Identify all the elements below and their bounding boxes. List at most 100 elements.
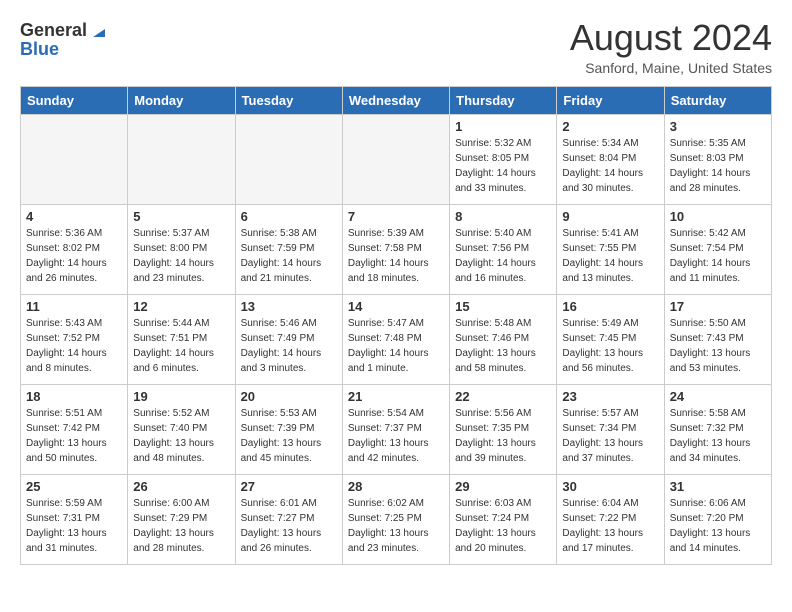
calendar-week-row: 4 Sunrise: 5:36 AM Sunset: 8:02 PM Daylig… bbox=[21, 205, 772, 295]
calendar-day-cell: 19 Sunrise: 5:52 AM Sunset: 7:40 PM Dayli… bbox=[128, 385, 235, 475]
day-number: 8 bbox=[455, 209, 551, 224]
calendar-day-cell: 8 Sunrise: 5:40 AM Sunset: 7:56 PM Daylig… bbox=[450, 205, 557, 295]
calendar-day-cell: 17 Sunrise: 5:50 AM Sunset: 7:43 PM Dayli… bbox=[664, 295, 771, 385]
calendar-day-cell: 14 Sunrise: 5:47 AM Sunset: 7:48 PM Dayli… bbox=[342, 295, 449, 385]
calendar-day-cell: 23 Sunrise: 5:57 AM Sunset: 7:34 PM Dayli… bbox=[557, 385, 664, 475]
day-info: Sunrise: 5:34 AM Sunset: 8:04 PM Dayligh… bbox=[562, 136, 658, 196]
day-number: 29 bbox=[455, 479, 551, 494]
logo: General Blue bbox=[20, 20, 105, 60]
calendar-day-cell bbox=[128, 115, 235, 205]
day-number: 26 bbox=[133, 479, 229, 494]
day-info: Sunrise: 5:47 AM Sunset: 7:48 PM Dayligh… bbox=[348, 316, 444, 376]
day-info: Sunrise: 5:39 AM Sunset: 7:58 PM Dayligh… bbox=[348, 226, 444, 286]
calendar-day-cell: 3Sunrise: 5:35 AM Sunset: 8:03 PM Daylig… bbox=[664, 115, 771, 205]
calendar-day-cell: 1 Sunrise: 5:32 AM Sunset: 8:05 PM Daylig… bbox=[450, 115, 557, 205]
calendar-day-cell: 31 Sunrise: 6:06 AM Sunset: 7:20 PM Dayli… bbox=[664, 475, 771, 565]
day-info: Sunrise: 6:04 AM Sunset: 7:22 PM Dayligh… bbox=[562, 496, 658, 556]
day-info: Sunrise: 5:58 AM Sunset: 7:32 PM Dayligh… bbox=[670, 406, 766, 466]
day-info: Sunrise: 5:51 AM Sunset: 7:42 PM Dayligh… bbox=[26, 406, 122, 466]
day-number: 13 bbox=[241, 299, 337, 314]
day-info: Sunrise: 5:59 AM Sunset: 7:31 PM Dayligh… bbox=[26, 496, 122, 556]
logo-blue-text: Blue bbox=[20, 39, 59, 60]
day-info: Sunrise: 5:50 AM Sunset: 7:43 PM Dayligh… bbox=[670, 316, 766, 376]
day-info: Sunrise: 5:37 AM Sunset: 8:00 PM Dayligh… bbox=[133, 226, 229, 286]
calendar-day-cell: 13 Sunrise: 5:46 AM Sunset: 7:49 PM Dayli… bbox=[235, 295, 342, 385]
calendar-week-row: 1 Sunrise: 5:32 AM Sunset: 8:05 PM Daylig… bbox=[21, 115, 772, 205]
day-info: Sunrise: 5:43 AM Sunset: 7:52 PM Dayligh… bbox=[26, 316, 122, 376]
day-header-monday: Monday bbox=[128, 87, 235, 115]
calendar-day-cell: 29Sunrise: 6:03 AM Sunset: 7:24 PM Dayli… bbox=[450, 475, 557, 565]
day-number: 22 bbox=[455, 389, 551, 404]
day-info: Sunrise: 5:44 AM Sunset: 7:51 PM Dayligh… bbox=[133, 316, 229, 376]
day-info: Sunrise: 5:41 AM Sunset: 7:55 PM Dayligh… bbox=[562, 226, 658, 286]
title-area: August 2024 Sanford, Maine, United State… bbox=[570, 20, 772, 76]
day-info: Sunrise: 5:48 AM Sunset: 7:46 PM Dayligh… bbox=[455, 316, 551, 376]
day-number: 7 bbox=[348, 209, 444, 224]
day-number: 21 bbox=[348, 389, 444, 404]
day-number: 28 bbox=[348, 479, 444, 494]
calendar-day-cell: 5 Sunrise: 5:37 AM Sunset: 8:00 PM Daylig… bbox=[128, 205, 235, 295]
calendar-day-cell: 22 Sunrise: 5:56 AM Sunset: 7:35 PM Dayli… bbox=[450, 385, 557, 475]
calendar-week-row: 18 Sunrise: 5:51 AM Sunset: 7:42 PM Dayli… bbox=[21, 385, 772, 475]
day-info: Sunrise: 5:54 AM Sunset: 7:37 PM Dayligh… bbox=[348, 406, 444, 466]
day-number: 2 bbox=[562, 119, 658, 134]
day-info: Sunrise: 6:01 AM Sunset: 7:27 PM Dayligh… bbox=[241, 496, 337, 556]
day-number: 16 bbox=[562, 299, 658, 314]
month-title: August 2024 bbox=[570, 20, 772, 56]
day-number: 20 bbox=[241, 389, 337, 404]
day-number: 6 bbox=[241, 209, 337, 224]
calendar-day-cell: 27Sunrise: 6:01 AM Sunset: 7:27 PM Dayli… bbox=[235, 475, 342, 565]
day-number: 19 bbox=[133, 389, 229, 404]
day-info: Sunrise: 5:32 AM Sunset: 8:05 PM Dayligh… bbox=[455, 136, 551, 196]
calendar-day-cell: 15 Sunrise: 5:48 AM Sunset: 7:46 PM Dayli… bbox=[450, 295, 557, 385]
day-info: Sunrise: 5:52 AM Sunset: 7:40 PM Dayligh… bbox=[133, 406, 229, 466]
day-header-tuesday: Tuesday bbox=[235, 87, 342, 115]
day-number: 18 bbox=[26, 389, 122, 404]
day-info: Sunrise: 5:40 AM Sunset: 7:56 PM Dayligh… bbox=[455, 226, 551, 286]
day-number: 10 bbox=[670, 209, 766, 224]
calendar-day-cell: 9 Sunrise: 5:41 AM Sunset: 7:55 PM Daylig… bbox=[557, 205, 664, 295]
calendar-day-cell bbox=[21, 115, 128, 205]
day-info: Sunrise: 5:49 AM Sunset: 7:45 PM Dayligh… bbox=[562, 316, 658, 376]
day-header-wednesday: Wednesday bbox=[342, 87, 449, 115]
calendar-week-row: 11Sunrise: 5:43 AM Sunset: 7:52 PM Dayli… bbox=[21, 295, 772, 385]
logo-triangle-icon bbox=[89, 23, 105, 39]
day-number: 31 bbox=[670, 479, 766, 494]
day-header-saturday: Saturday bbox=[664, 87, 771, 115]
calendar-day-cell: 6 Sunrise: 5:38 AM Sunset: 7:59 PM Daylig… bbox=[235, 205, 342, 295]
day-number: 14 bbox=[348, 299, 444, 314]
day-number: 9 bbox=[562, 209, 658, 224]
location-text: Sanford, Maine, United States bbox=[570, 60, 772, 76]
calendar-day-cell: 20 Sunrise: 5:53 AM Sunset: 7:39 PM Dayli… bbox=[235, 385, 342, 475]
calendar-day-cell: 12Sunrise: 5:44 AM Sunset: 7:51 PM Dayli… bbox=[128, 295, 235, 385]
day-info: Sunrise: 5:36 AM Sunset: 8:02 PM Dayligh… bbox=[26, 226, 122, 286]
day-number: 15 bbox=[455, 299, 551, 314]
calendar-day-cell: 28Sunrise: 6:02 AM Sunset: 7:25 PM Dayli… bbox=[342, 475, 449, 565]
day-number: 1 bbox=[455, 119, 551, 134]
day-number: 5 bbox=[133, 209, 229, 224]
day-number: 17 bbox=[670, 299, 766, 314]
calendar-day-cell: 10Sunrise: 5:42 AM Sunset: 7:54 PM Dayli… bbox=[664, 205, 771, 295]
calendar-table: SundayMondayTuesdayWednesdayThursdayFrid… bbox=[20, 86, 772, 565]
calendar-day-cell: 21 Sunrise: 5:54 AM Sunset: 7:37 PM Dayli… bbox=[342, 385, 449, 475]
day-info: Sunrise: 5:56 AM Sunset: 7:35 PM Dayligh… bbox=[455, 406, 551, 466]
calendar-header-row: SundayMondayTuesdayWednesdayThursdayFrid… bbox=[21, 87, 772, 115]
day-info: Sunrise: 5:38 AM Sunset: 7:59 PM Dayligh… bbox=[241, 226, 337, 286]
logo-general-text: General bbox=[20, 20, 87, 41]
calendar-day-cell: 24Sunrise: 5:58 AM Sunset: 7:32 PM Dayli… bbox=[664, 385, 771, 475]
day-info: Sunrise: 6:06 AM Sunset: 7:20 PM Dayligh… bbox=[670, 496, 766, 556]
calendar-day-cell: 25Sunrise: 5:59 AM Sunset: 7:31 PM Dayli… bbox=[21, 475, 128, 565]
day-number: 23 bbox=[562, 389, 658, 404]
calendar-day-cell: 26Sunrise: 6:00 AM Sunset: 7:29 PM Dayli… bbox=[128, 475, 235, 565]
day-number: 4 bbox=[26, 209, 122, 224]
day-info: Sunrise: 5:46 AM Sunset: 7:49 PM Dayligh… bbox=[241, 316, 337, 376]
calendar-week-row: 25Sunrise: 5:59 AM Sunset: 7:31 PM Dayli… bbox=[21, 475, 772, 565]
calendar-day-cell bbox=[342, 115, 449, 205]
day-number: 30 bbox=[562, 479, 658, 494]
day-info: Sunrise: 5:53 AM Sunset: 7:39 PM Dayligh… bbox=[241, 406, 337, 466]
page-header: General Blue August 2024 Sanford, Maine,… bbox=[20, 20, 772, 76]
day-info: Sunrise: 5:57 AM Sunset: 7:34 PM Dayligh… bbox=[562, 406, 658, 466]
day-header-sunday: Sunday bbox=[21, 87, 128, 115]
calendar-day-cell bbox=[235, 115, 342, 205]
calendar-day-cell: 30 Sunrise: 6:04 AM Sunset: 7:22 PM Dayli… bbox=[557, 475, 664, 565]
